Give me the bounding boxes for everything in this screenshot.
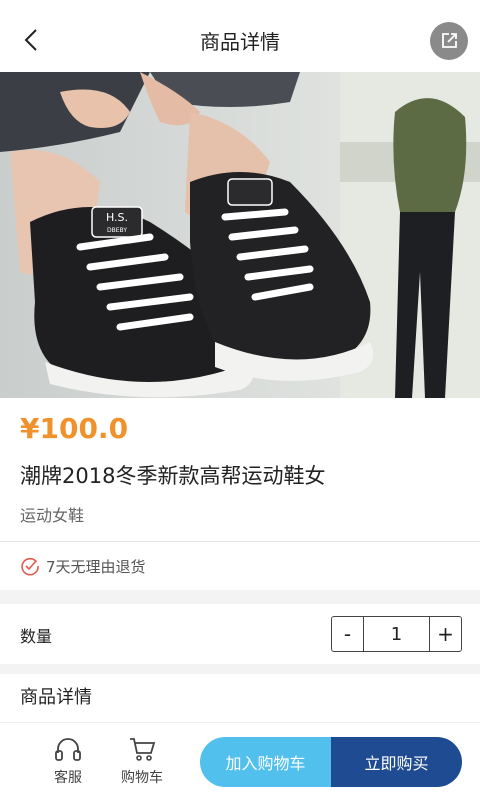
decrement-button[interactable]: -	[332, 617, 364, 651]
check-circle-icon	[21, 557, 39, 576]
customer-service-label: 客服	[54, 770, 82, 786]
shoe-tag-text: H.S.	[106, 211, 128, 224]
headset-icon	[55, 738, 81, 761]
shoe-tag-subtext: DBEBY	[107, 227, 127, 234]
bottom-action-bar: 客服 购物车 加入购物车 立即购买	[0, 722, 480, 800]
purchase-buttons: 加入购物车 立即购买	[200, 737, 462, 787]
divider	[0, 541, 480, 542]
quantity-stepper: - 1 +	[331, 616, 462, 652]
buy-now-button[interactable]: 立即购买	[331, 737, 462, 787]
share-icon	[442, 33, 457, 48]
quantity-value[interactable]: 1	[364, 617, 429, 651]
increment-button[interactable]: +	[429, 617, 461, 651]
product-price: ¥100.0	[20, 412, 129, 445]
section-gap	[0, 590, 480, 604]
top-bar: 商品详情	[0, 0, 480, 72]
return-guarantee: 7天无理由退货	[20, 554, 146, 578]
section-gap	[0, 664, 480, 674]
product-category: 运动女鞋	[20, 506, 85, 525]
cart-button[interactable]: 购物车	[112, 735, 172, 787]
quantity-row: 数量 - 1 +	[0, 604, 480, 664]
product-image[interactable]: H.S. DBEBY	[0, 72, 480, 398]
page-title: 商品详情	[200, 30, 280, 54]
share-button[interactable]	[430, 22, 468, 60]
shopping-cart-icon	[130, 738, 156, 761]
product-title: 潮牌2018冬季新款高帮运动鞋女	[20, 464, 326, 488]
details-heading: 商品详情	[20, 687, 92, 708]
guarantee-text: 7天无理由退货	[46, 557, 146, 576]
quantity-label: 数量	[20, 627, 53, 646]
add-to-cart-button[interactable]: 加入购物车	[200, 737, 331, 787]
customer-service-button[interactable]: 客服	[38, 735, 98, 787]
cart-label: 购物车	[121, 770, 163, 786]
